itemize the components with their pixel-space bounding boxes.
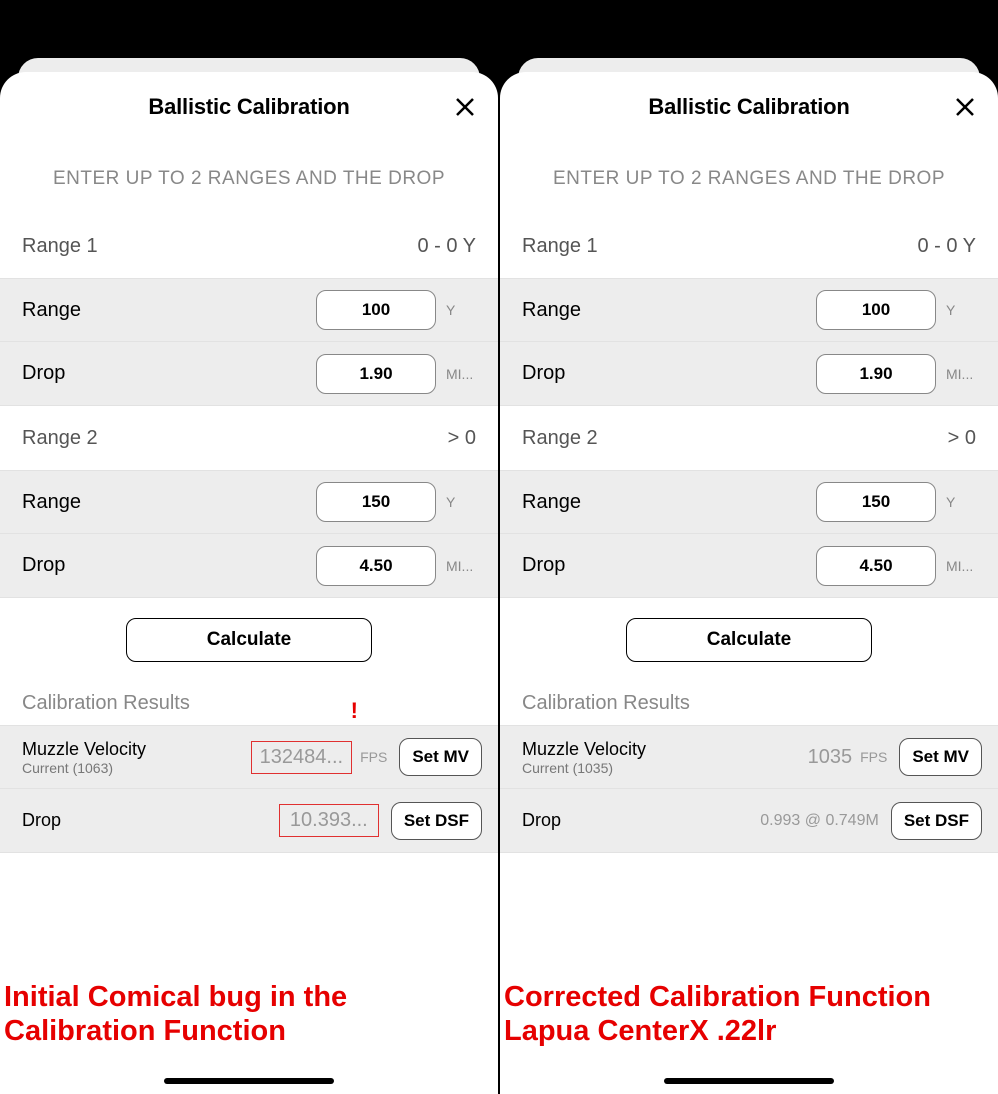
unit-yards: Y bbox=[446, 494, 476, 510]
range2-drop-input[interactable]: 4.50 bbox=[316, 546, 436, 586]
mv-label: Muzzle Velocity bbox=[22, 739, 146, 760]
close-icon bbox=[953, 95, 977, 119]
unit-yards: Y bbox=[946, 494, 976, 510]
close-icon bbox=[453, 95, 477, 119]
mv-label: Muzzle Velocity bbox=[522, 739, 646, 760]
drop-result-value: 10.393... bbox=[279, 804, 379, 837]
calculate-button[interactable]: Calculate bbox=[626, 618, 872, 662]
drop-label: Drop bbox=[522, 362, 565, 385]
unit-yards: Y bbox=[946, 302, 976, 318]
range1-meta: 0 - 0 Y bbox=[417, 235, 476, 258]
drop-result-label: Drop bbox=[22, 810, 61, 831]
mv-current: Current (1035) bbox=[522, 760, 646, 776]
unit-fps: FPS bbox=[860, 749, 887, 765]
drop-result-value: 0.993 @ 0.749M bbox=[760, 812, 879, 830]
range1-section-label: Range 1 bbox=[22, 235, 98, 258]
range-label: Range bbox=[22, 299, 81, 322]
calibration-panel-left: Ballistic Calibration ENTER UP TO 2 RANG… bbox=[0, 72, 498, 1094]
unit-fps: FPS bbox=[360, 749, 387, 765]
panel-title: Ballistic Calibration bbox=[648, 94, 849, 120]
set-mv-button[interactable]: Set MV bbox=[899, 738, 982, 776]
panel-title: Ballistic Calibration bbox=[148, 94, 349, 120]
unit-mil: MI... bbox=[446, 366, 476, 382]
error-marker-icon: ! bbox=[351, 698, 358, 724]
close-button[interactable] bbox=[450, 92, 480, 122]
drop-label: Drop bbox=[22, 554, 65, 577]
set-dsf-button[interactable]: Set DSF bbox=[891, 802, 982, 840]
range1-range-input[interactable]: 100 bbox=[816, 290, 936, 330]
results-header: Calibration Results bbox=[0, 692, 498, 725]
results-header: Calibration Results bbox=[500, 692, 998, 725]
drop-label: Drop bbox=[22, 362, 65, 385]
range2-range-input[interactable]: 150 bbox=[816, 482, 936, 522]
range1-drop-input[interactable]: 1.90 bbox=[316, 354, 436, 394]
range2-section-label: Range 2 bbox=[22, 427, 98, 450]
unit-yards: Y bbox=[446, 302, 476, 318]
calculate-button[interactable]: Calculate bbox=[126, 618, 372, 662]
set-mv-button[interactable]: Set MV bbox=[399, 738, 482, 776]
range1-range-input[interactable]: 100 bbox=[316, 290, 436, 330]
range2-meta: > 0 bbox=[948, 427, 976, 450]
caption-right: Corrected Calibration Function Lapua Cen… bbox=[504, 981, 994, 1048]
range-label: Range bbox=[522, 299, 581, 322]
range1-section-label: Range 1 bbox=[522, 235, 598, 258]
range2-range-input[interactable]: 150 bbox=[316, 482, 436, 522]
range-label: Range bbox=[22, 491, 81, 514]
range2-drop-input[interactable]: 4.50 bbox=[816, 546, 936, 586]
range2-section-label: Range 2 bbox=[522, 427, 598, 450]
unit-mil: MI... bbox=[946, 366, 976, 382]
range-label: Range bbox=[522, 491, 581, 514]
range2-meta: > 0 bbox=[448, 427, 476, 450]
mv-value: 132484... bbox=[251, 741, 352, 774]
set-dsf-button[interactable]: Set DSF bbox=[391, 802, 482, 840]
unit-mil: MI... bbox=[946, 558, 976, 574]
caption-left: Initial Comical bug in the Calibration F… bbox=[4, 981, 494, 1048]
instruction-text: ENTER UP TO 2 RANGES AND THE DROP bbox=[0, 142, 498, 214]
home-indicator[interactable] bbox=[164, 1078, 334, 1084]
drop-label: Drop bbox=[522, 554, 565, 577]
range1-meta: 0 - 0 Y bbox=[917, 235, 976, 258]
calibration-panel-right: Ballistic Calibration ENTER UP TO 2 RANG… bbox=[500, 72, 998, 1094]
drop-result-label: Drop bbox=[522, 810, 561, 831]
range1-drop-input[interactable]: 1.90 bbox=[816, 354, 936, 394]
instruction-text: ENTER UP TO 2 RANGES AND THE DROP bbox=[500, 142, 998, 214]
mv-value: 1035 bbox=[808, 746, 853, 769]
close-button[interactable] bbox=[950, 92, 980, 122]
home-indicator[interactable] bbox=[664, 1078, 834, 1084]
mv-current: Current (1063) bbox=[22, 760, 146, 776]
unit-mil: MI... bbox=[446, 558, 476, 574]
